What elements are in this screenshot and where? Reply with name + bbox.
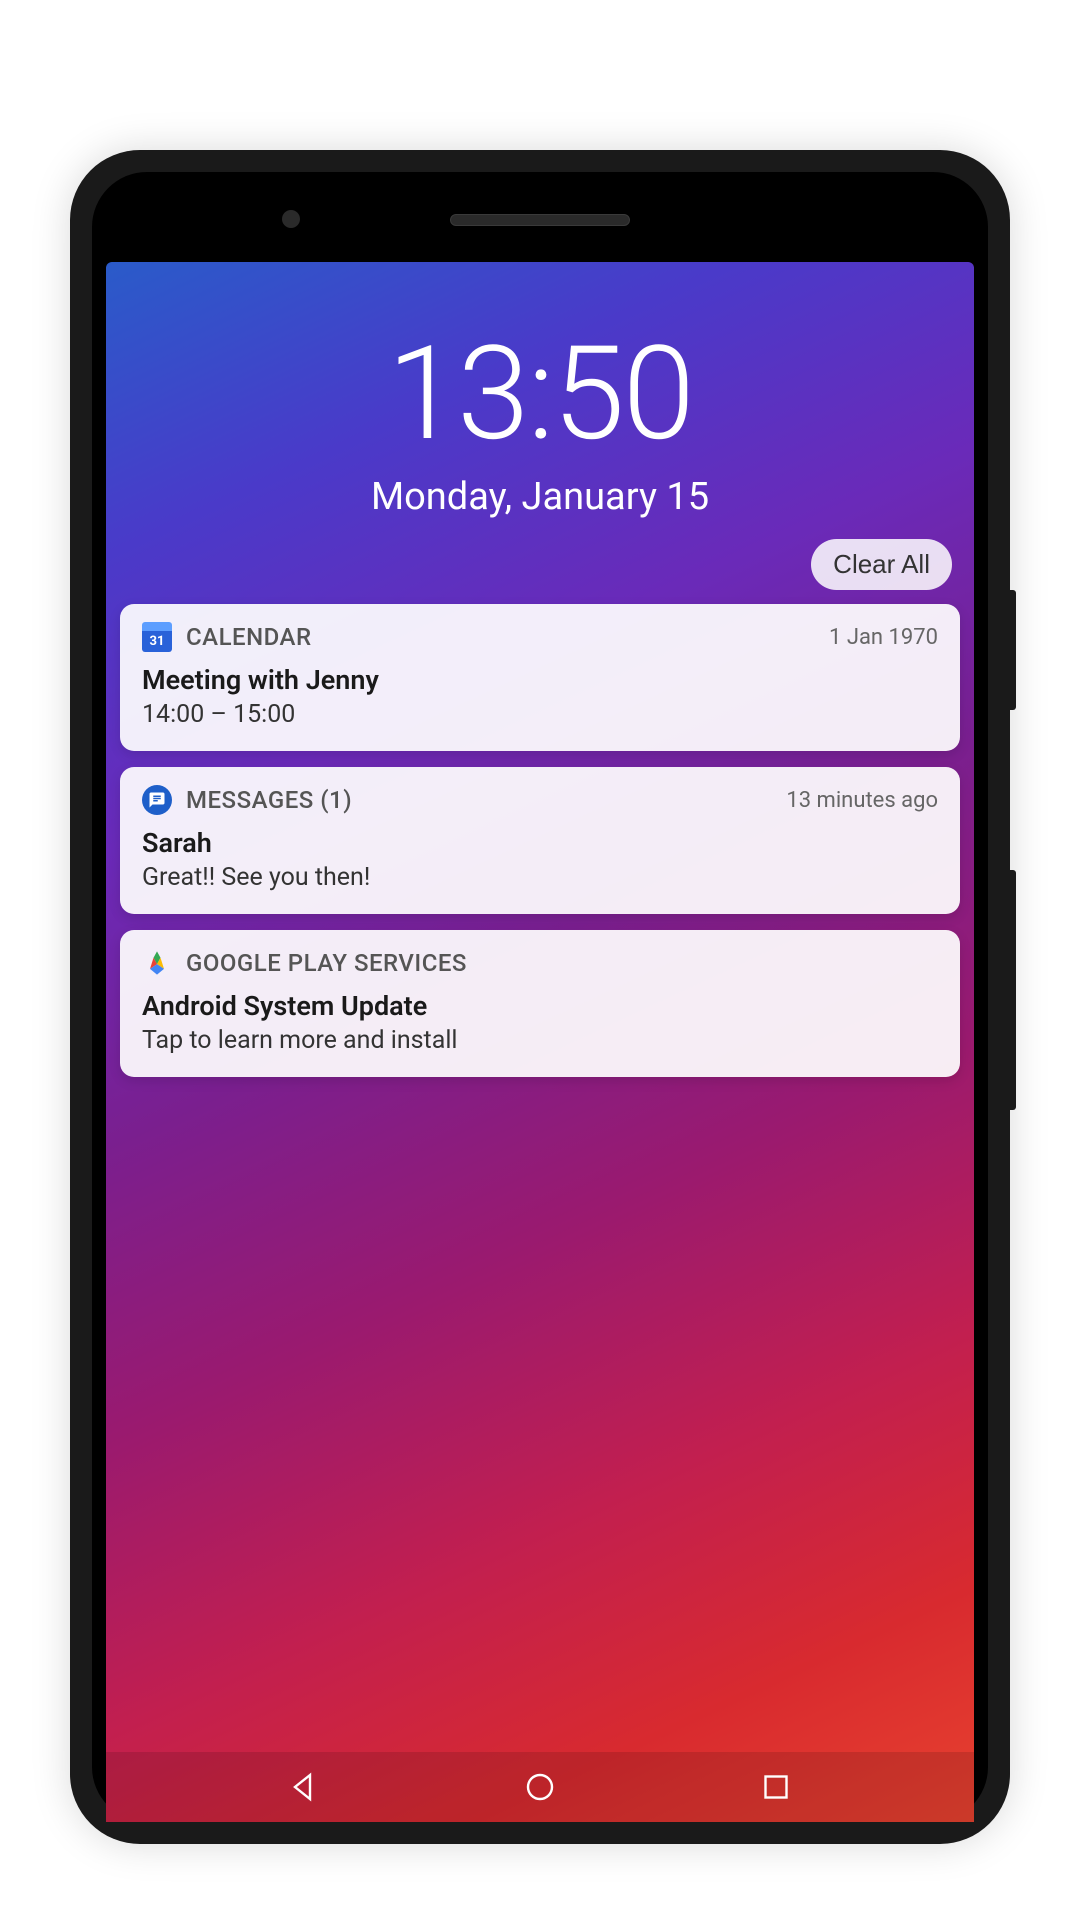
notification-body: Tap to learn more and install <box>142 1026 938 1055</box>
messages-icon <box>142 785 172 815</box>
date-display: Monday, January 15 <box>106 475 974 519</box>
notification-list: 31 CALENDAR 1 Jan 1970 Meeting with Jenn… <box>106 590 974 1077</box>
notification-app-name: GOOGLE PLAY SERVICES <box>186 949 467 977</box>
front-camera <box>282 210 300 228</box>
phone-bezel: 13:50 Monday, January 15 Clear All 31 <box>92 172 988 1822</box>
google-play-icon <box>142 948 172 978</box>
speaker-grille <box>450 214 630 226</box>
notification-messages[interactable]: MESSAGES (1) 13 minutes ago Sarah Great!… <box>120 767 960 914</box>
notification-app-name: MESSAGES (1) <box>186 786 352 814</box>
power-button[interactable] <box>1010 590 1016 710</box>
notification-title: Sarah <box>142 827 938 859</box>
notification-title: Meeting with Jenny <box>142 664 938 696</box>
navigation-bar <box>106 1752 974 1822</box>
home-button[interactable] <box>518 1765 562 1809</box>
lock-screen-clock: 13:50 Monday, January 15 <box>106 262 974 519</box>
clear-all-button[interactable]: Clear All <box>811 539 952 590</box>
back-button[interactable] <box>282 1765 326 1809</box>
calendar-icon: 31 <box>142 622 172 652</box>
screen[interactable]: 13:50 Monday, January 15 Clear All 31 <box>106 262 974 1822</box>
notification-body: Great!! See you then! <box>142 863 938 892</box>
time-display: 13:50 <box>106 317 974 470</box>
notification-calendar[interactable]: 31 CALENDAR 1 Jan 1970 Meeting with Jenn… <box>120 604 960 751</box>
notification-body: 14:00 – 15:00 <box>142 700 938 729</box>
recents-button[interactable] <box>754 1765 798 1809</box>
notification-title: Android System Update <box>142 990 938 1022</box>
notification-timestamp: 13 minutes ago <box>786 788 938 813</box>
notification-play-services[interactable]: GOOGLE PLAY SERVICES Android System Upda… <box>120 930 960 1077</box>
notification-app-name: CALENDAR <box>186 623 312 651</box>
phone-frame: 13:50 Monday, January 15 Clear All 31 <box>70 150 1010 1844</box>
notification-timestamp: 1 Jan 1970 <box>829 625 938 650</box>
volume-button[interactable] <box>1010 870 1016 1110</box>
